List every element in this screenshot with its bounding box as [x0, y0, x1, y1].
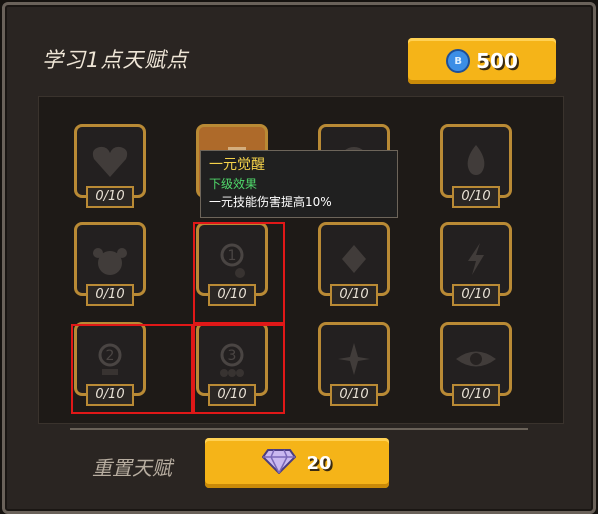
panel-title: 学习1点天赋点	[42, 48, 189, 72]
talent-count: 0/10	[330, 384, 378, 406]
divider	[70, 428, 528, 430]
talent-slot[interactable]: 0/10	[318, 222, 390, 308]
highlight-box	[71, 324, 193, 414]
talent-count: 0/10	[452, 186, 500, 208]
talent-count: 0/10	[86, 284, 134, 306]
tooltip-effect: 一元技能伤害提高10%	[209, 195, 332, 209]
talent-count: 0/10	[86, 186, 134, 208]
talent-count: 0/10	[330, 284, 378, 306]
currency-display[interactable]: B 500	[408, 38, 556, 84]
diamond-icon	[262, 448, 297, 478]
reset-cost: 20	[306, 452, 332, 474]
talent-slot[interactable]: 0/10	[318, 322, 390, 408]
highlight-box	[193, 222, 285, 324]
talent-slot[interactable]: 0/10	[440, 222, 512, 308]
talent-count: 0/10	[452, 384, 500, 406]
talent-slot[interactable]: 0/10	[440, 124, 512, 210]
talent-slot[interactable]: 0/10	[440, 322, 512, 408]
talent-count: 0/10	[452, 284, 500, 306]
currency-amount: 500	[476, 49, 518, 73]
talent-slot[interactable]: 0/10	[74, 222, 146, 308]
reset-button[interactable]: 20	[205, 438, 389, 488]
highlight-box	[193, 324, 285, 414]
talent-slot[interactable]: 0/10	[74, 124, 146, 210]
tooltip-title: 一元觉醒	[209, 157, 265, 173]
reset-label: 重置天赋	[92, 456, 172, 480]
tooltip-subtitle: 下级效果	[209, 177, 258, 191]
blue-coin-icon: B	[446, 49, 471, 73]
talent-tooltip: 一元觉醒 下级效果 一元技能伤害提高10%	[200, 150, 398, 218]
